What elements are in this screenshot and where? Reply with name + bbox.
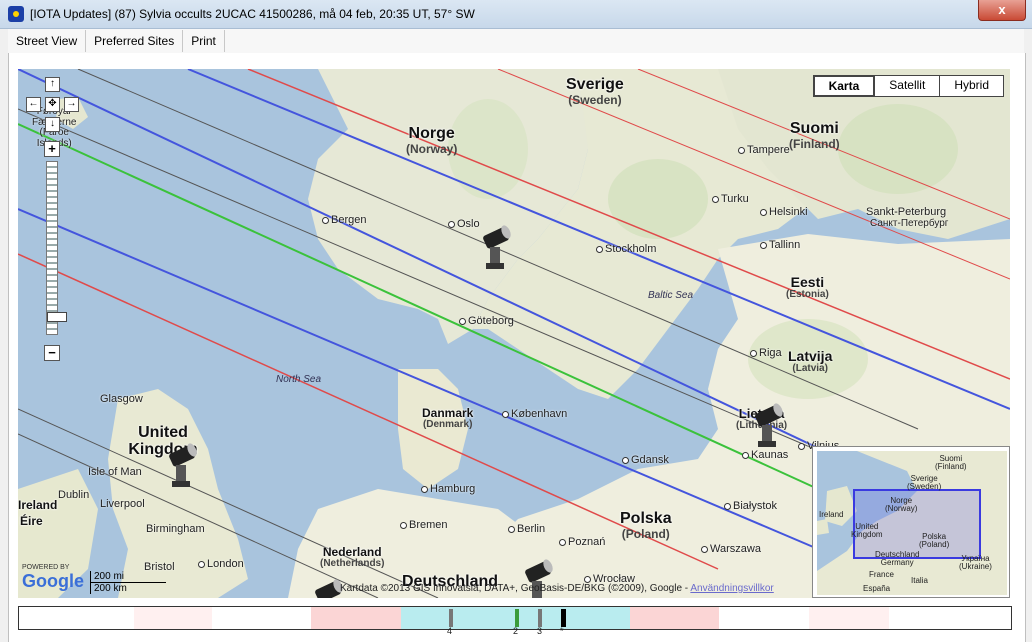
pan-control: ↑ ← ✥ → ↓ [24,77,80,137]
close-button[interactable]: x [978,0,1026,21]
city-label: Birmingham [146,523,205,535]
country-label-finland: Suomi (Finland) [789,120,840,151]
country-label-poland: Polska (Poland) [620,510,672,541]
city-label: Tallinn [760,239,800,252]
zoom-slider-thumb[interactable] [47,312,67,322]
toolbar: Street View Preferred Sites Print [8,29,1024,54]
observer-telescope-icon[interactable] [310,577,344,598]
observer-telescope-icon[interactable] [164,441,198,489]
country-label-eire: Éire [20,514,43,528]
city-label: Санкт-Петербург [870,218,949,229]
window-title: [IOTA Updates] (87) Sylvia occults 2UCAC… [30,7,475,21]
pan-down-icon[interactable]: ↓ [45,117,60,132]
city-label: Tampere [738,144,790,157]
city-label: Bergen [322,214,366,227]
map-type-satellite-button[interactable]: Satellit [874,75,941,97]
city-label: Gdansk [622,454,669,467]
zoom-slider[interactable] [46,161,67,335]
city-label: København [502,408,567,421]
timeline-marker[interactable] [561,609,566,627]
zoom-control: + − [42,141,67,361]
city-label: Białystok [724,500,777,513]
zoom-in-icon[interactable]: + [44,141,60,157]
window-titlebar: [IOTA Updates] (87) Sylvia occults 2UCAC… [0,0,1032,29]
city-label: Stockholm [596,243,656,256]
city-label: Oslo [448,218,480,231]
city-label: Göteborg [459,315,514,328]
timeline-label: 4 [447,626,453,636]
country-label-ireland: Ireland [18,498,58,512]
timeline-marker[interactable] [449,609,453,627]
city-label: Dublin [58,489,90,501]
country-label-norway: Norge (Norway) [406,125,458,156]
google-logo[interactable]: POWERED BY Google [22,564,84,592]
pan-up-icon[interactable]: ↑ [45,77,60,92]
country-label-netherlands: Nederland (Netherlands) [320,545,385,569]
timeline-marker[interactable] [538,609,542,627]
city-label: Helsinki [760,206,808,219]
timeline-marker[interactable] [515,609,519,627]
map-type-control: Karta Satellit Hybrid [812,75,1004,97]
city-label: Turku [712,193,749,206]
city-label: Hamburg [421,483,475,496]
city-label: Sankt-Peterburg [866,206,947,218]
map-canvas[interactable]: Sverige (Sweden) Norge (Norway) Suomi (Finl… [18,69,1010,598]
observer-telescope-icon[interactable] [750,401,784,449]
city-label: Riga [750,347,782,360]
app-icon [8,6,24,22]
street-view-button[interactable]: Street View [8,30,87,52]
pan-center-icon[interactable]: ✥ [45,97,60,112]
city-label: Warszawa [701,543,761,556]
city-label: London [198,558,244,571]
city-label: Berlin [508,523,545,536]
print-button[interactable]: Print [183,30,225,52]
country-label-latvia: Latvija (Latvia) [788,348,833,374]
country-label-denmark: Danmark (Denmark) [422,406,474,430]
city-label: Glasgow [100,393,143,405]
zoom-out-icon[interactable]: − [44,345,60,361]
country-label-estonia: Eesti (Estonia) [786,274,829,300]
pan-left-icon[interactable]: ← [26,97,41,112]
sea-label: Baltic Sea [648,290,694,301]
city-label: Liverpool [100,498,145,510]
city-label: Poznań [559,536,605,549]
country-label-sweden: Sverige (Sweden) [566,76,624,107]
timeline-label: 2 [513,626,519,636]
timeline-label: 3 [537,626,543,636]
map-type-hybrid-button[interactable]: Hybrid [939,75,1004,97]
city-label: Bremen [400,519,448,532]
timeline-label: * [560,626,564,636]
scale-bar: 200 mi 200 km [90,571,166,594]
city-label: Kaunas [742,449,788,462]
city-label: Isle of Man [88,466,142,478]
preferred-sites-button[interactable]: Preferred Sites [86,30,184,52]
sea-label: North Sea [276,374,322,385]
terms-link[interactable]: Användningsvillkor [690,583,773,594]
map-copyright: Kartdata ©2013 GIS Innovatsia, DATA+, Ge… [340,583,774,594]
overview-map[interactable]: Suomi (Finland) Sverige (Sweden) Norge (Nor… [812,446,1010,598]
pan-right-icon[interactable]: → [64,97,79,112]
map-type-karta-button[interactable]: Karta [812,75,876,97]
observer-telescope-icon[interactable] [478,223,512,271]
